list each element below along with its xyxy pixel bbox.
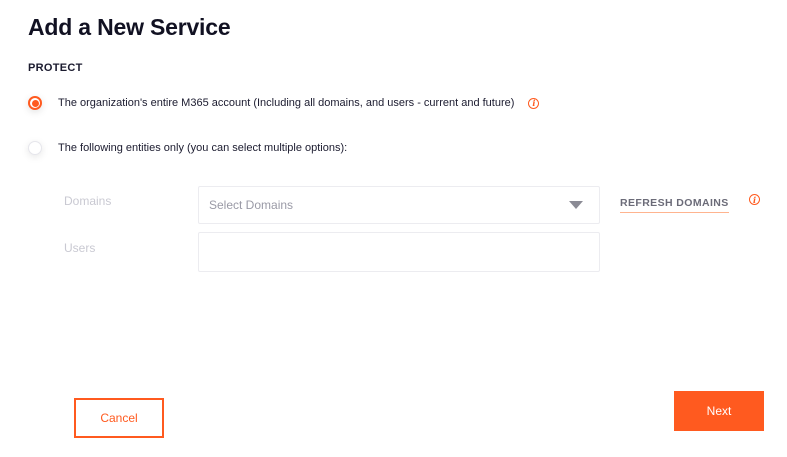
domains-label: Domains bbox=[64, 194, 112, 208]
radio-selected-dot bbox=[31, 99, 39, 107]
refresh-info-icon[interactable]: i bbox=[749, 194, 760, 205]
radio-selected-entities[interactable] bbox=[28, 141, 42, 155]
domains-select-placeholder: Select Domains bbox=[209, 198, 294, 212]
info-circle-icon[interactable]: i bbox=[528, 97, 540, 109]
next-button[interactable]: Next bbox=[674, 391, 764, 431]
caret-down-icon[interactable] bbox=[569, 201, 583, 209]
users-input[interactable] bbox=[198, 232, 600, 272]
option-selected-entities[interactable]: The following entities only (you can sel… bbox=[28, 141, 347, 155]
option-entire-account-label: The organization's entire M365 account (… bbox=[58, 97, 515, 109]
radio-entire-account[interactable] bbox=[28, 96, 42, 110]
option-selected-entities-label: The following entities only (you can sel… bbox=[58, 142, 348, 154]
cancel-button[interactable]: Cancel bbox=[74, 398, 164, 438]
section-label-protect: PROTECT bbox=[28, 62, 83, 74]
users-label: Users bbox=[64, 241, 96, 255]
refresh-domains-link[interactable]: REFRESH DOMAINS bbox=[620, 197, 729, 213]
domains-select[interactable]: Select Domains bbox=[198, 186, 600, 224]
page-title: Add a New Service bbox=[28, 14, 231, 40]
option-entire-account[interactable]: The organization's entire M365 account (… bbox=[28, 96, 540, 110]
